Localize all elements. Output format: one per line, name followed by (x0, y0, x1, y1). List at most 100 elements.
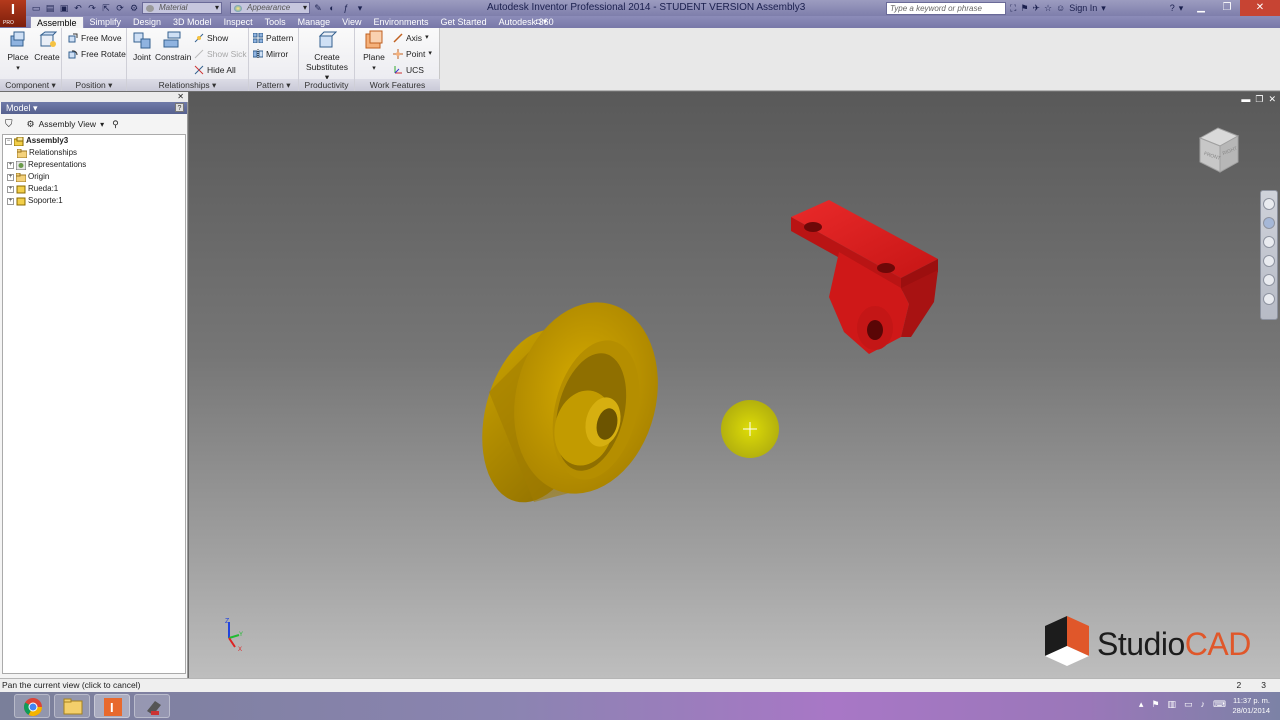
free-move-button[interactable]: Free Move (68, 31, 122, 45)
show-button[interactable]: Show (194, 31, 228, 45)
collapse-icon[interactable]: − (5, 137, 12, 145)
coordinate-triad: Z Y X (225, 618, 243, 652)
chrome-taskbar-button[interactable] (14, 694, 50, 718)
create-button[interactable]: Create (34, 30, 60, 62)
ribbon-display-toggle-icon[interactable]: ◘ ▾ (536, 16, 547, 28)
tree-node-relationships[interactable]: Relationships (17, 147, 77, 159)
parameters-icon[interactable]: ƒ (340, 3, 352, 14)
favorites-icon[interactable]: ☆ (1044, 3, 1052, 14)
tree-node-soporte[interactable]: + Soporte:1 (7, 195, 63, 207)
tab-get-started[interactable]: Get Started (435, 16, 493, 28)
appearance-dropdown[interactable]: Appearance (230, 2, 310, 14)
tab-inspect[interactable]: Inspect (218, 16, 259, 28)
explorer-taskbar-button[interactable] (54, 694, 90, 718)
show-sick-button[interactable]: Show Sick (194, 47, 247, 61)
assembly-view-dropdown[interactable]: Assembly View (39, 119, 96, 129)
browser-help-icon[interactable]: ? (175, 103, 184, 112)
help-search-input[interactable]: Type a keyword or phrase (886, 2, 1006, 15)
restore-button[interactable]: ❐ (1214, 0, 1240, 16)
bracket-part[interactable] (791, 200, 938, 354)
expand-icon[interactable]: + (7, 197, 14, 205)
tree-node-representations[interactable]: + Representations (7, 159, 86, 171)
title-bar: I PRO ▭ ▤ ▣ ↶ ↷ ⇱ ⟳ ⚙ Material Appearanc… (0, 0, 1280, 27)
help-dropdown-icon[interactable]: ▾ (1179, 3, 1184, 14)
tree-node-assembly[interactable]: − Assembly3 (5, 135, 68, 147)
monitor-icon[interactable]: ▭ (1184, 699, 1193, 710)
plane-button[interactable]: Plane ▾ (359, 30, 389, 74)
redo-icon[interactable]: ↷ (86, 3, 98, 14)
properties-icon[interactable]: ⚙ (128, 3, 140, 14)
tree-node-origin[interactable]: + Origin (7, 171, 49, 183)
tab-environments[interactable]: Environments (368, 16, 435, 28)
expand-icon[interactable]: + (7, 161, 14, 169)
action-center-icon[interactable]: ⚑ (1151, 699, 1159, 710)
find-icon[interactable]: ⚲ (112, 119, 119, 130)
hide-all-button[interactable]: Hide All (194, 63, 236, 77)
work-features-panel-title: Work Features (355, 79, 440, 91)
close-button[interactable]: ✕ (1240, 0, 1280, 16)
view-dropdown-arrow-icon[interactable]: ▾ (100, 120, 104, 129)
tab-manage[interactable]: Manage (292, 16, 337, 28)
app-taskbar-button[interactable] (134, 694, 170, 718)
tab-tools[interactable]: Tools (259, 16, 292, 28)
tree-node-rueda[interactable]: + Rueda:1 (7, 183, 58, 195)
folder-icon (63, 698, 83, 715)
pattern-button[interactable]: Pattern (252, 31, 293, 45)
ucs-button[interactable]: UCS (393, 63, 424, 77)
undo-icon[interactable]: ↶ (72, 3, 84, 14)
qat-customize-icon[interactable]: ▾ (354, 3, 366, 14)
constrain-button[interactable]: Constrain (155, 30, 191, 62)
new-icon[interactable]: ▭ (30, 3, 42, 14)
tab-3d-model[interactable]: 3D Model (167, 16, 218, 28)
clock[interactable]: 11:37 p. m. 28/01/2014 (1232, 696, 1270, 716)
open-icon[interactable]: ▤ (44, 3, 56, 14)
expand-icon[interactable]: + (7, 185, 14, 193)
relationships-panel-title[interactable]: Relationships ▾ (127, 79, 248, 91)
position-panel-title[interactable]: Position ▾ (62, 79, 126, 91)
help-icon[interactable]: ? (1170, 3, 1175, 13)
volume-icon[interactable]: ♪ (1201, 699, 1206, 710)
place-button[interactable]: Place ▾ (5, 30, 31, 74)
browser-title-bar[interactable]: Model ▾ ? (1, 102, 187, 114)
point-icon (393, 49, 403, 59)
wheel-part[interactable] (465, 287, 677, 514)
tab-simplify[interactable]: Simplify (84, 16, 128, 28)
subscription-icon[interactable]: ⚑ (1020, 3, 1028, 14)
inventor-taskbar-button[interactable]: I (94, 694, 130, 718)
clear-override-icon[interactable]: ✎ (312, 3, 324, 14)
create-substitutes-button[interactable]: Create Substitutes ▾ (303, 30, 351, 82)
graphics-window[interactable]: ▬ ❐ ✕ FRONT RIGHT Z Y X StudioCAD (189, 92, 1280, 678)
component-panel-title[interactable]: Component ▾ (0, 79, 61, 91)
binoculars-icon[interactable]: ⛶ (1010, 3, 1016, 14)
sign-in-dropdown-icon[interactable]: ▾ (1101, 3, 1106, 14)
sign-in-link[interactable]: Sign In (1069, 3, 1097, 13)
pattern-panel-title[interactable]: Pattern ▾ (249, 79, 298, 91)
tab-view[interactable]: View (336, 16, 367, 28)
language-icon[interactable]: ⌨ (1213, 699, 1226, 710)
user-icon[interactable]: ☺ (1056, 3, 1065, 13)
expand-icon[interactable]: + (7, 173, 14, 181)
tab-design[interactable]: Design (127, 16, 167, 28)
tab-autodesk-360[interactable]: Autodesk 360 (493, 16, 560, 28)
point-button[interactable]: Point ▾ (393, 47, 432, 61)
filter-icon[interactable]: ⛉ (5, 119, 13, 130)
color-icon[interactable]: ◐ (326, 3, 338, 14)
network-icon[interactable]: ▥ (1167, 699, 1176, 710)
select-icon[interactable]: ⇱ (100, 3, 112, 14)
minimize-button[interactable]: ▁ (1188, 0, 1214, 16)
free-rotate-button[interactable]: Free Rotate (68, 47, 126, 61)
mirror-button[interactable]: Mirror (252, 47, 288, 61)
mirror-icon (252, 49, 264, 59)
tray-expand-icon[interactable]: ▴ (1139, 699, 1144, 710)
axis-button[interactable]: Axis ▾ (393, 31, 429, 45)
save-icon[interactable]: ▣ (58, 3, 70, 14)
update-icon[interactable]: ⟳ (114, 3, 126, 14)
app-menu-button[interactable]: I PRO (0, 0, 26, 27)
tab-assemble[interactable]: Assemble (30, 16, 84, 28)
status-message: Pan the current view (click to cancel) (2, 680, 141, 690)
part-icon (16, 185, 26, 193)
joint-button[interactable]: Joint (129, 30, 155, 62)
exchange-icon[interactable]: ✈ (1032, 3, 1040, 14)
material-dropdown[interactable]: Material (142, 2, 222, 14)
browser-close-icon[interactable]: ✕ (177, 92, 184, 101)
